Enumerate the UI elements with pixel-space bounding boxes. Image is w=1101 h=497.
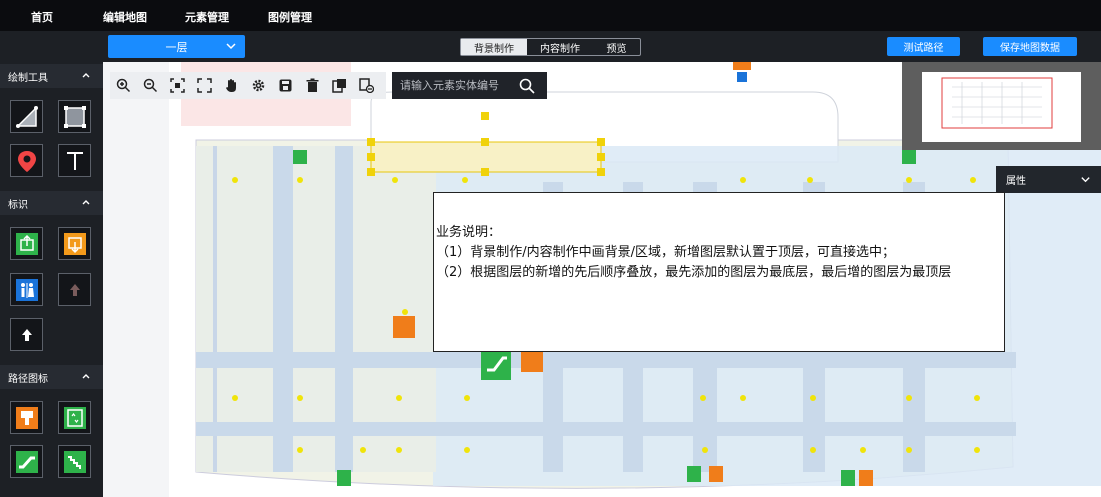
exit-icon [15,232,38,255]
text-tool-button[interactable] [58,144,91,177]
tab-content[interactable]: 内容制作 [527,39,593,55]
escalator-route-button[interactable] [10,445,43,478]
hand-pan-icon[interactable] [218,72,245,99]
section-label: 标识 [8,199,28,211]
arrow-up-icon [69,283,80,296]
restroom-marker-button[interactable] [10,273,43,306]
save-map-button[interactable]: 保存地图数据 [983,37,1077,56]
section-markers[interactable]: 标识 [0,191,103,215]
section-draw-tools[interactable]: 绘制工具 [0,64,103,88]
floor-select[interactable]: 一层 [108,35,245,58]
search-button[interactable] [507,72,547,99]
rect-tool-button[interactable] [58,100,91,133]
floor-select-value: 一层 [165,40,188,54]
stairs-sign-icon [15,406,38,429]
elevator-icon [63,406,86,429]
properties-panel-toggle[interactable]: 属性 [996,166,1101,193]
tab-background[interactable]: 背景制作 [461,39,527,55]
entrance-marker-button[interactable] [58,227,91,260]
section-label: 绘制工具 [8,72,48,84]
line-tool-button[interactable] [10,100,43,133]
map-toolbar [110,72,386,99]
trash-icon[interactable] [299,72,326,99]
disabled-marker-button[interactable] [58,273,91,306]
search-input[interactable] [392,72,507,99]
exit-marker-button[interactable] [10,227,43,260]
zoom-out-icon[interactable] [137,72,164,99]
secondary-toolbar: 一层 背景制作 内容制作 预览 测试路径 保存地图数据 [0,31,1101,62]
minimap-view [922,72,1081,142]
properties-label: 属性 [1006,176,1026,187]
note-line-1: （1）背景制作/内容制作中画背景/区域，新增图层默认置于顶层，可直接选中； [436,245,896,260]
nav-edit-map[interactable]: 编辑地图 [103,9,147,25]
chevron-down-icon [1081,177,1090,183]
text-icon [66,151,83,170]
search-icon [519,78,535,94]
top-nav: 首页 编辑地图 元素管理 图例管理 [0,0,1101,31]
section-label: 路径图标 [8,373,48,385]
save-disk-icon[interactable] [272,72,299,99]
nav-legend-manage[interactable]: 图例管理 [268,9,312,25]
arrow-up-icon [21,328,32,341]
business-note: 业务说明： （1）背景制作/内容制作中画背景/区域，新增图层默认置于顶层，可直接… [433,192,1005,352]
chevron-up-icon [82,200,90,205]
restroom-icon [15,278,38,301]
mode-tabs: 背景制作 内容制作 预览 [460,38,641,56]
nav-home[interactable]: 首页 [31,9,53,25]
fit-view-icon[interactable] [164,72,191,99]
entrance-icon [63,232,86,255]
stairs-route-button[interactable] [10,401,43,434]
polyline-icon [15,105,38,128]
minimap[interactable] [902,62,1101,150]
fullscreen-icon[interactable] [191,72,218,99]
sidebar: 绘制工具 标识 路径图标 [0,62,103,497]
editor-app: 首页 编辑地图 元素管理 图例管理 一层 背景制作 内容制作 预览 测试路径 保… [0,0,1101,497]
test-route-button[interactable]: 测试路径 [887,37,960,56]
note-title: 业务说明： [436,225,502,240]
zoom-in-icon[interactable] [110,72,137,99]
chevron-up-icon [82,374,90,379]
layer-remove-icon[interactable] [353,72,380,99]
copy-layer-icon[interactable] [326,72,353,99]
chevron-up-icon [82,73,90,78]
section-route-icons[interactable]: 路径图标 [0,365,103,389]
nav-element-manage[interactable]: 元素管理 [185,9,229,25]
chevron-down-icon [226,43,236,50]
note-line-2: （2）根据图层的新增的先后顺序叠放，最先添加的图层为最底层，最后增的图层为最顶层 [436,265,952,280]
gear-icon[interactable] [245,72,272,99]
escalator-icon [15,450,38,473]
element-search [392,72,547,99]
staircase-route-button[interactable] [58,445,91,478]
arrow-marker-button[interactable] [10,318,43,351]
rectangle-icon [63,105,86,128]
tab-preview[interactable]: 预览 [593,39,640,55]
map-pin-icon [17,150,36,172]
marker-tool-button[interactable] [10,144,43,177]
elevator-route-button[interactable] [58,401,91,434]
staircase-icon [63,450,86,473]
